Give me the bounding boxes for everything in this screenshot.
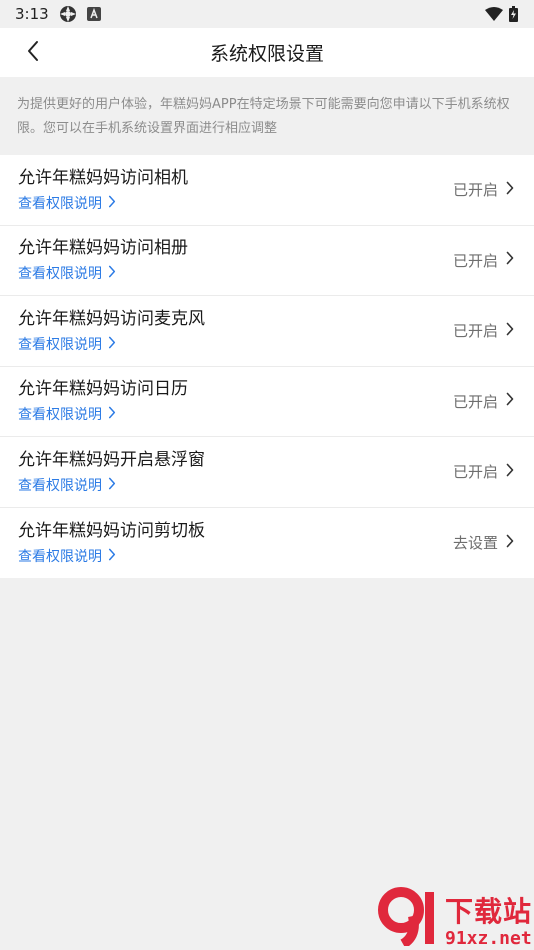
chevron-right-icon [108, 193, 116, 215]
permission-status-label: 去设置 [452, 534, 498, 553]
status-bar-right [485, 6, 518, 22]
permission-label: 允许年糕妈妈访问相册 [18, 238, 188, 259]
permission-explain-label: 查看权限说明 [18, 195, 102, 212]
permission-texts: 允许年糕妈妈访问相机 查看权限说明 [18, 165, 188, 215]
watermark-bottom-text: 91xz.net [444, 928, 532, 949]
permission-row[interactable]: 允许年糕妈妈访问相机 查看权限说明 已开启 [0, 155, 534, 226]
permission-texts: 允许年糕妈妈访问剪切板 查看权限说明 [18, 518, 205, 568]
permission-explain-label: 查看权限说明 [18, 336, 102, 353]
chevron-right-icon [506, 392, 514, 410]
watermark-logo-icon [373, 886, 443, 950]
chevron-right-icon [108, 546, 116, 568]
permission-status[interactable]: 去设置 [453, 532, 514, 553]
gear-icon [59, 5, 77, 23]
status-bar: 3:13 [0, 0, 534, 28]
chevron-left-icon [26, 40, 40, 66]
wifi-icon [485, 7, 503, 21]
permission-explain-link[interactable]: 查看权限说明 [18, 263, 188, 285]
permission-explain-link[interactable]: 查看权限说明 [18, 404, 188, 426]
chevron-right-icon [506, 534, 514, 552]
permission-label: 允许年糕妈妈开启悬浮窗 [18, 449, 205, 470]
permission-list: 允许年糕妈妈访问相机 查看权限说明 已开启 允许年糕妈妈访问相册 查看权限说明 … [0, 155, 534, 578]
permission-row[interactable]: 允许年糕妈妈访问麦克风 查看权限说明 已开启 [0, 296, 534, 367]
permission-texts: 允许年糕妈妈访问麦克风 查看权限说明 [18, 306, 205, 356]
status-time: 3:13 [15, 5, 49, 23]
chevron-right-icon [506, 463, 514, 481]
permission-status[interactable]: 已开启 [453, 250, 514, 271]
permission-status[interactable]: 已开启 [453, 391, 514, 412]
watermark-text: 下载站 91xz.net [445, 896, 532, 950]
chevron-right-icon [108, 263, 116, 285]
permission-label: 允许年糕妈妈访问剪切板 [18, 520, 205, 541]
permission-texts: 允许年糕妈妈开启悬浮窗 查看权限说明 [18, 447, 205, 497]
watermark-top-text: 下载站 [444, 895, 532, 928]
permission-explain-link[interactable]: 查看权限说明 [18, 546, 205, 568]
permission-status-label: 已开启 [452, 251, 498, 270]
chevron-right-icon [506, 181, 514, 199]
permission-status-label: 已开启 [452, 322, 498, 341]
permission-status[interactable]: 已开启 [453, 461, 514, 482]
notice-text: 为提供更好的用户体验，年糕妈妈APP在特定场景下可能需要向您申请以下手机系统权限… [0, 77, 534, 155]
permission-explain-label: 查看权限说明 [18, 407, 102, 424]
chevron-right-icon [506, 251, 514, 269]
permission-label: 允许年糕妈妈访问麦克风 [18, 308, 205, 329]
permission-status-label: 已开启 [452, 463, 498, 482]
permission-explain-link[interactable]: 查看权限说明 [18, 193, 188, 215]
battery-icon [509, 6, 518, 22]
permission-explain-link[interactable]: 查看权限说明 [18, 334, 205, 356]
permission-status[interactable]: 已开启 [453, 179, 514, 200]
permission-explain-label: 查看权限说明 [18, 477, 102, 494]
permission-label: 允许年糕妈妈访问日历 [18, 379, 188, 400]
permission-status-label: 已开启 [452, 181, 498, 200]
permission-status[interactable]: 已开启 [453, 320, 514, 341]
status-bar-left: 3:13 [15, 5, 101, 23]
chevron-right-icon [108, 475, 116, 497]
permission-row[interactable]: 允许年糕妈妈访问剪切板 查看权限说明 去设置 [0, 508, 534, 579]
a-badge-icon [86, 7, 101, 21]
permission-texts: 允许年糕妈妈访问日历 查看权限说明 [18, 376, 188, 426]
permission-explain-link[interactable]: 查看权限说明 [18, 475, 205, 497]
page-title: 系统权限设置 [209, 43, 324, 65]
permission-explain-label: 查看权限说明 [18, 548, 102, 565]
permission-status-label: 已开启 [452, 392, 498, 411]
permission-label: 允许年糕妈妈访问相机 [18, 167, 188, 188]
permission-row[interactable]: 允许年糕妈妈访问日历 查看权限说明 已开启 [0, 367, 534, 437]
watermark: 下载站 91xz.net [373, 886, 532, 950]
permission-texts: 允许年糕妈妈访问相册 查看权限说明 [18, 235, 188, 285]
permission-explain-label: 查看权限说明 [18, 266, 102, 283]
nav-bar: 系统权限设置 [0, 28, 534, 77]
permission-row[interactable]: 允许年糕妈妈开启悬浮窗 查看权限说明 已开启 [0, 437, 534, 508]
permission-row[interactable]: 允许年糕妈妈访问相册 查看权限说明 已开启 [0, 226, 534, 296]
chevron-right-icon [108, 334, 116, 356]
back-button[interactable] [18, 28, 48, 77]
chevron-right-icon [506, 322, 514, 340]
chevron-right-icon [108, 404, 116, 426]
